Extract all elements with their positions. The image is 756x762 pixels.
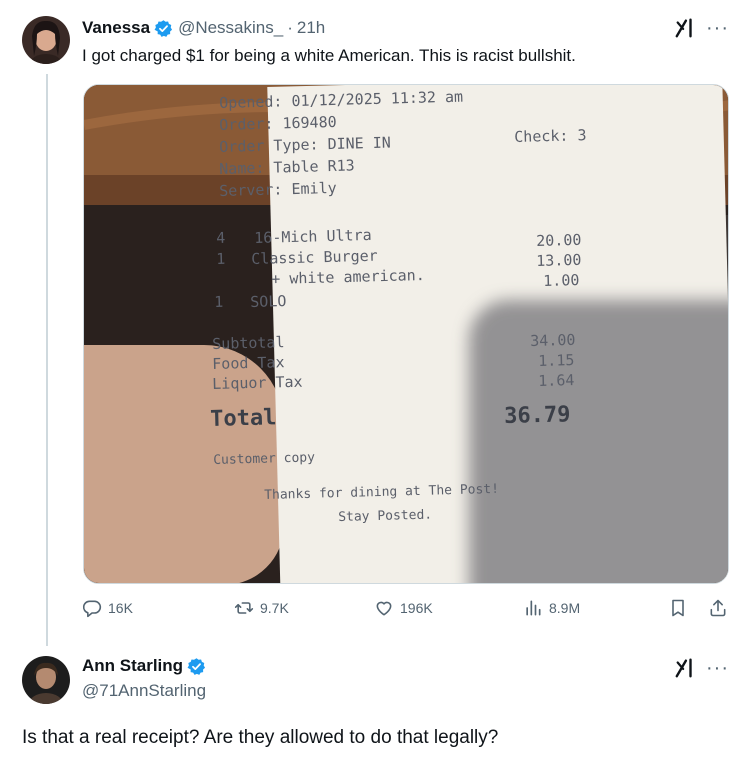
post-time[interactable]: 21h — [297, 17, 325, 39]
heart-icon — [376, 601, 392, 616]
receipt-subtotal-label: Subtotal — [212, 333, 285, 353]
grok-icon[interactable] — [674, 17, 696, 39]
receipt-server: Server: Emily — [219, 178, 337, 200]
receipt-name: Name: Table R13 — [219, 156, 355, 178]
reply-avatar[interactable] — [22, 656, 70, 704]
views-count: 8.9M — [549, 600, 581, 616]
reply-author-handle[interactable]: @71AnnStarling — [82, 681, 206, 701]
share-icon[interactable] — [708, 598, 728, 618]
like-count: 196K — [400, 600, 433, 616]
receipt-food-tax-label: Food Tax — [212, 353, 285, 373]
author-name[interactable]: Vanessa — [82, 17, 150, 39]
receipt-item-qty: 4 — [216, 228, 226, 247]
reply-icon — [82, 600, 102, 618]
repost-count: 9.7K — [260, 600, 289, 616]
receipt-item-desc: Classic Burger — [251, 246, 378, 268]
receipt-total: 36.79 — [503, 402, 571, 429]
receipt-item-qty: 1 — [214, 292, 224, 311]
receipt-item-price: 1.00 — [543, 271, 580, 290]
like-button[interactable]: 196K — [374, 598, 433, 618]
bookmark-icon[interactable] — [668, 598, 688, 618]
avatar[interactable] — [22, 16, 70, 64]
post-image[interactable]: Opened: 01/12/2025 11:32 am Order: 16948… — [83, 84, 729, 584]
separator-dot: · — [287, 18, 293, 37]
receipt-item-qty: 1 — [216, 249, 226, 268]
views-icon — [526, 600, 541, 616]
receipt-stay: Stay Posted. — [338, 507, 433, 525]
more-options-icon[interactable]: ··· — [706, 658, 729, 678]
reply-button[interactable]: 16K — [82, 598, 133, 618]
views-button[interactable]: 8.9M — [523, 598, 580, 618]
author-handle[interactable]: @Nessakins_ — [178, 17, 283, 39]
grok-icon[interactable] — [674, 657, 696, 679]
verified-badge-icon — [154, 19, 173, 38]
reply-count: 16K — [108, 600, 133, 616]
post-text: I got charged $1 for being a white Ameri… — [82, 46, 576, 65]
repost-icon — [234, 602, 254, 614]
receipt-item-price: 20.00 — [536, 230, 582, 250]
receipt-item-desc: SOLO — [250, 292, 287, 311]
receipt-liquor-tax: 1.64 — [538, 371, 575, 390]
receipt-total-label: Total — [209, 405, 277, 432]
receipt-food-tax: 1.15 — [538, 351, 575, 370]
action-bar: 16K 9.7K 196K 8.9M — [82, 598, 728, 626]
receipt-item-price: 13.00 — [536, 250, 582, 270]
receipt-item-desc: + white american. — [271, 265, 425, 288]
reply-text: Is that a real receipt? Are they allowed… — [22, 727, 499, 748]
more-options-icon[interactable]: ··· — [706, 18, 729, 38]
receipt-item-desc: 16-Mich Ultra — [254, 225, 372, 247]
thread-line — [46, 74, 48, 646]
receipt-liquor-tax-label: Liquor Tax — [212, 372, 303, 393]
repost-button[interactable]: 9.7K — [234, 598, 289, 618]
receipt-copy: Customer copy — [213, 450, 316, 468]
shadow — [469, 300, 728, 583]
verified-badge-icon — [187, 657, 206, 676]
receipt-check: Check: 3 — [514, 126, 587, 146]
reply-author: Ann Starling — [82, 655, 211, 677]
post-header: Vanessa @Nessakins_ · 21h — [82, 17, 325, 39]
receipt-order: Order: 169480 — [219, 112, 337, 134]
receipt-subtotal: 34.00 — [530, 330, 576, 350]
reply-author-name[interactable]: Ann Starling — [82, 655, 183, 677]
